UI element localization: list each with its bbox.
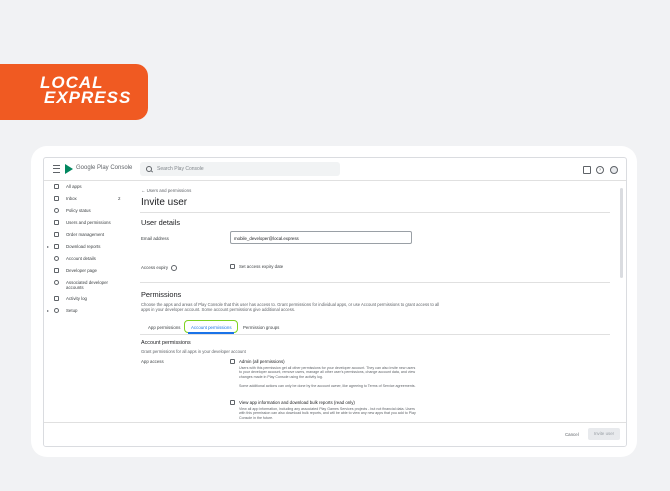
app-name: Google Play Console	[76, 165, 133, 171]
card-icon	[54, 232, 59, 237]
top-bar: Google Play Console Search Play Console …	[44, 158, 626, 181]
avatar[interactable]	[610, 166, 618, 174]
local-express-logo: LOCAL EXPRESS	[0, 64, 148, 120]
footer: Cancel Invite user	[44, 422, 626, 446]
page-title: Invite user	[141, 197, 188, 208]
menu-icon[interactable]	[53, 165, 60, 173]
play-console-window: Google Play Console Search Play Console …	[43, 157, 627, 447]
expand-arrow-icon[interactable]: ▸	[47, 244, 49, 249]
view-app-info-description: View all app information, including any …	[239, 407, 416, 420]
logo-line2: EXPRESS	[44, 88, 132, 107]
cancel-button[interactable]: Cancel	[565, 432, 579, 437]
access-expiry-checkbox-label: Set access expiry date	[239, 264, 284, 269]
tab-app-permissions[interactable]: App permissions	[148, 325, 180, 330]
sidebar: All apps Inbox 2 Policy status Users and …	[44, 181, 130, 317]
search-placeholder: Search Play Console	[157, 166, 204, 172]
view-app-info-title: View app information and download bulk r…	[239, 400, 355, 405]
account-permissions-description: Grant permissions for all apps in your d…	[141, 349, 246, 354]
email-value: mobile_developer@local.express	[234, 235, 299, 241]
sidebar-item-policy-status[interactable]: Policy status	[44, 205, 130, 217]
user-details-title: User details	[141, 218, 181, 227]
link-icon	[54, 280, 59, 285]
breadcrumb[interactable]: ← Users and permissions	[141, 188, 191, 193]
tab-permission-groups[interactable]: Permission groups	[243, 325, 279, 330]
page-icon	[54, 268, 59, 273]
google-play-logo-icon	[65, 164, 73, 174]
account-icon	[54, 256, 59, 261]
info-icon[interactable]	[171, 265, 178, 271]
sidebar-item-developer-page[interactable]: Developer page	[44, 265, 130, 277]
active-tab-indicator	[188, 332, 234, 334]
invite-user-button[interactable]: Invite user	[588, 428, 620, 440]
help-icon[interactable]: ?	[596, 166, 604, 174]
access-expiry-checkbox[interactable]	[230, 264, 235, 269]
search-input[interactable]: Search Play Console	[140, 162, 340, 176]
sidebar-item-account-details[interactable]: Account details	[44, 253, 130, 265]
sidebar-item-download-reports[interactable]: ▸ Download reports	[44, 241, 130, 253]
download-icon	[54, 244, 59, 249]
access-expiry-label: Access expiry	[141, 265, 178, 271]
policy-icon	[54, 208, 59, 213]
admin-checkbox[interactable]	[230, 359, 235, 364]
admin-option-description: Users with this permission get all other…	[239, 366, 416, 379]
scrollbar[interactable]	[620, 188, 623, 278]
inbox-count: 2	[118, 196, 121, 201]
divider	[140, 212, 610, 213]
sidebar-item-setup[interactable]: ▸ Setup	[44, 305, 130, 317]
log-icon	[54, 296, 59, 301]
search-icon	[146, 166, 152, 172]
expand-arrow-icon[interactable]: ▸	[47, 308, 49, 313]
sidebar-item-users-permissions[interactable]: Users and permissions	[44, 217, 130, 229]
view-app-info-checkbox[interactable]	[230, 400, 235, 405]
divider	[140, 282, 610, 283]
sidebar-item-all-apps[interactable]: All apps	[44, 181, 130, 193]
permission-tabs: App permissions Account permissions Perm…	[140, 320, 610, 335]
grid-icon	[54, 184, 59, 189]
sidebar-item-activity-log[interactable]: Activity log	[44, 293, 130, 305]
sidebar-item-associated-accounts[interactable]: Associated developer accounts	[44, 277, 130, 293]
sidebar-item-order-management[interactable]: Order management	[44, 229, 130, 241]
permissions-title: Permissions	[141, 290, 182, 299]
email-label: Email address	[141, 236, 169, 241]
admin-option-extra: Some additional actions can only be done…	[239, 384, 416, 388]
email-field[interactable]: mobile_developer@local.express	[230, 231, 412, 244]
gear-icon	[54, 308, 59, 313]
admin-option-title: Admin (all permissions)	[239, 359, 285, 364]
tab-account-permissions[interactable]: Account permissions	[191, 325, 232, 330]
app-access-label: App access	[141, 359, 164, 364]
sidebar-item-inbox[interactable]: Inbox 2	[44, 193, 130, 205]
link-icon[interactable]	[583, 166, 591, 174]
account-permissions-title: Account permissions	[141, 340, 191, 346]
inbox-icon	[54, 196, 59, 201]
users-icon	[54, 220, 59, 225]
permissions-description: Choose the apps and areas of Play Consol…	[141, 302, 440, 313]
